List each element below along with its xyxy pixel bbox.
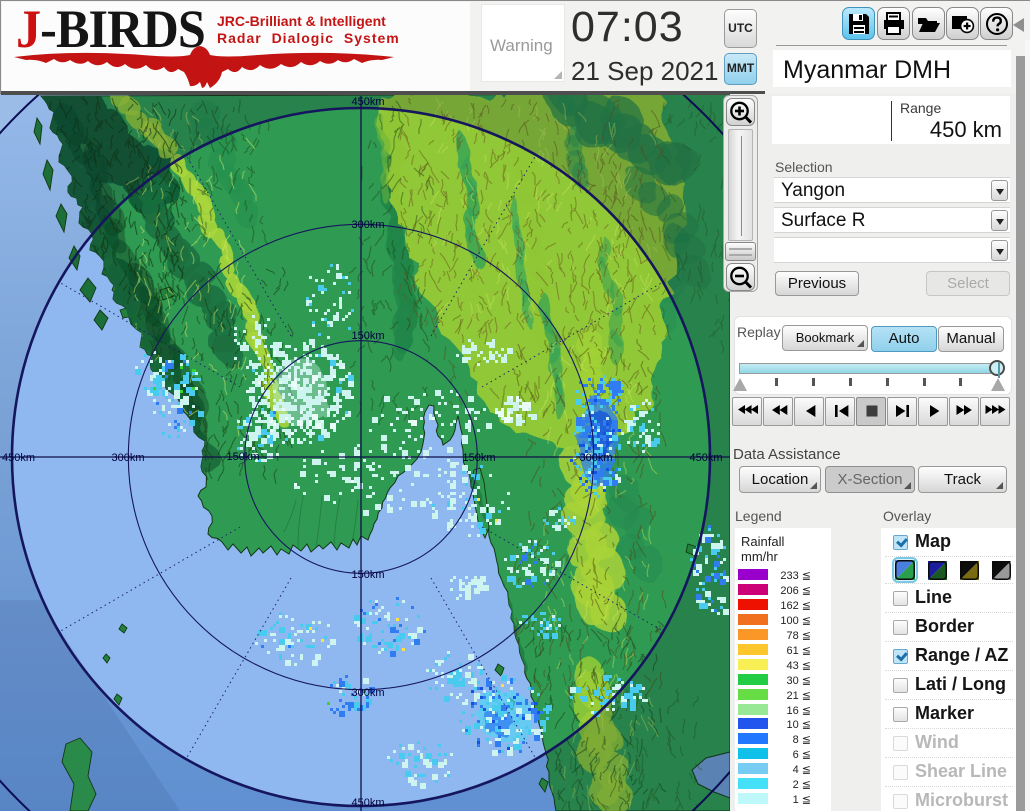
svg-text:150km: 150km xyxy=(351,569,384,581)
svg-text:450km: 450km xyxy=(351,96,384,108)
svg-text:450km: 450km xyxy=(2,452,35,464)
svg-text:450km: 450km xyxy=(351,797,384,809)
svg-text:150km: 150km xyxy=(226,451,259,463)
svg-text:300km: 300km xyxy=(351,219,384,231)
svg-text:450km: 450km xyxy=(689,452,722,464)
svg-text:300km: 300km xyxy=(579,452,612,464)
svg-text:150km: 150km xyxy=(462,452,495,464)
svg-text:300km: 300km xyxy=(111,452,144,464)
svg-text:300km: 300km xyxy=(351,687,384,699)
svg-text:150km: 150km xyxy=(351,330,384,342)
